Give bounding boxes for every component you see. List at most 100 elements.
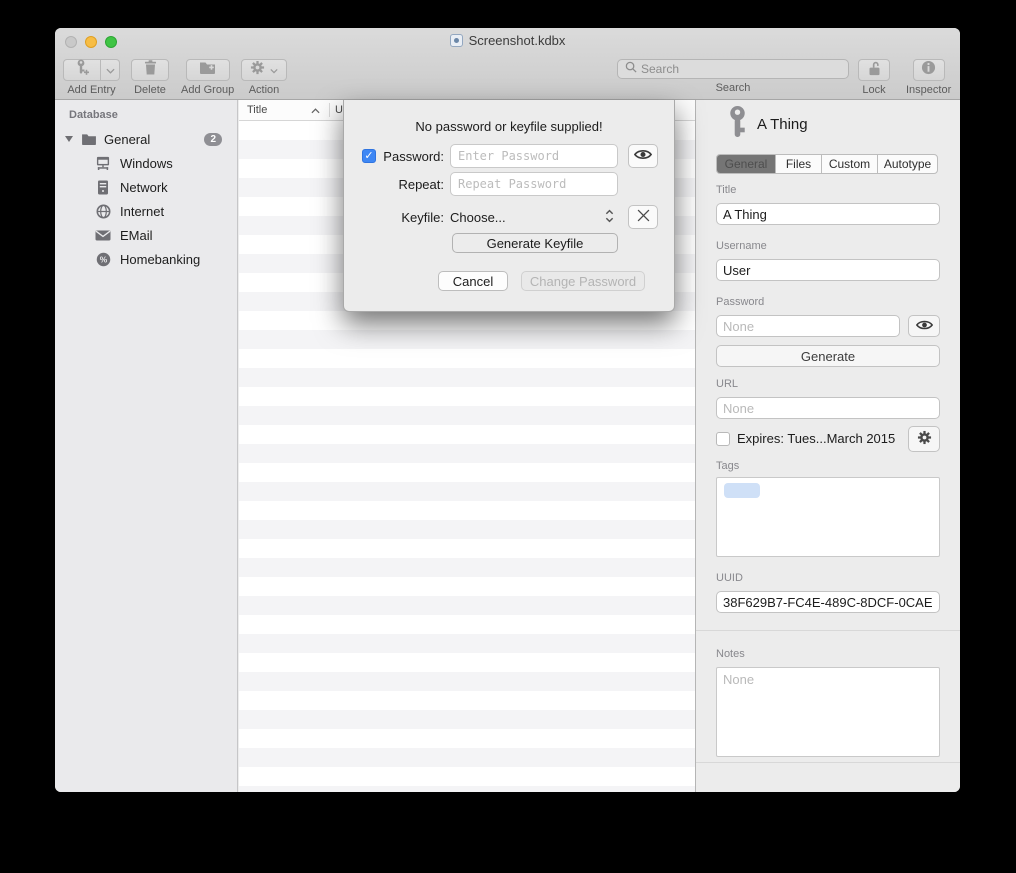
title-bar[interactable]: Screenshot.kdbx bbox=[55, 28, 960, 56]
app-window: Screenshot.kdbx bbox=[55, 28, 960, 792]
inspector-panel: A Thing General Files Custom Autotype Ti… bbox=[695, 100, 960, 792]
key-plus-icon bbox=[75, 59, 89, 81]
action-label: Action bbox=[249, 84, 280, 96]
sheet-warning-text: No password or keyfile supplied! bbox=[344, 119, 674, 134]
username-input[interactable] bbox=[716, 259, 940, 281]
expires-checkbox[interactable] bbox=[716, 432, 730, 446]
repeat-password-input[interactable] bbox=[450, 172, 618, 196]
unlocked-padlock-icon bbox=[867, 60, 882, 81]
entry-count-badge: 2 bbox=[204, 133, 222, 146]
sort-ascending-icon bbox=[311, 105, 320, 117]
sidebar-item-internet[interactable]: Internet bbox=[55, 199, 237, 223]
gear-icon bbox=[250, 60, 265, 80]
tab-files[interactable]: Files bbox=[775, 155, 821, 173]
delete-button[interactable] bbox=[131, 59, 169, 81]
sidebar-item-general[interactable]: General 2 bbox=[55, 127, 237, 151]
sidebar-section-database: Database bbox=[69, 109, 118, 121]
expires-label: Expires: Tues...March 2015 bbox=[737, 431, 895, 446]
add-entry-dropdown-button[interactable] bbox=[101, 59, 120, 81]
svg-text:%: % bbox=[99, 254, 107, 264]
inspector-tabs: General Files Custom Autotype bbox=[716, 154, 938, 174]
chevron-down-icon bbox=[270, 61, 278, 79]
window-title: Screenshot.kdbx bbox=[469, 33, 566, 48]
network-icon bbox=[94, 180, 112, 195]
change-password-button[interactable]: Change Password bbox=[521, 271, 645, 291]
generate-password-button[interactable]: Generate bbox=[716, 345, 940, 367]
search-placeholder: Search bbox=[641, 62, 679, 76]
gear-icon bbox=[917, 430, 932, 448]
password-input[interactable] bbox=[716, 315, 900, 337]
tab-autotype[interactable]: Autotype bbox=[877, 155, 937, 173]
clear-keyfile-button[interactable] bbox=[628, 205, 658, 229]
repeat-label: Repeat: bbox=[362, 177, 444, 192]
search-label: Search bbox=[716, 82, 751, 94]
folder-plus-icon bbox=[199, 61, 216, 79]
uuid-input[interactable] bbox=[716, 591, 940, 613]
add-entry-button[interactable] bbox=[63, 59, 101, 81]
folder-icon bbox=[80, 133, 98, 145]
generate-keyfile-button[interactable]: Generate Keyfile bbox=[452, 233, 618, 253]
title-input[interactable] bbox=[716, 203, 940, 225]
info-icon bbox=[921, 60, 936, 80]
chevron-down-icon bbox=[106, 61, 115, 79]
uuid-field-label: UUID bbox=[716, 572, 743, 584]
keyfile-popup-value: Choose... bbox=[450, 210, 506, 225]
url-field-label: URL bbox=[716, 378, 738, 390]
email-icon bbox=[94, 230, 112, 241]
windows-icon bbox=[94, 156, 112, 170]
sidebar-item-label: EMail bbox=[120, 228, 153, 243]
url-input[interactable] bbox=[716, 397, 940, 419]
tab-general[interactable]: General bbox=[717, 155, 775, 173]
homebanking-icon: % bbox=[94, 252, 112, 267]
eye-icon bbox=[916, 319, 933, 334]
column-divider[interactable] bbox=[329, 103, 330, 117]
inspector-button[interactable] bbox=[913, 59, 945, 81]
cancel-button[interactable]: Cancel bbox=[438, 271, 508, 291]
sidebar-item-label: Internet bbox=[120, 204, 164, 219]
search-input[interactable]: Search bbox=[617, 59, 849, 79]
section-divider bbox=[696, 762, 960, 763]
sidebar-item-network[interactable]: Network bbox=[55, 175, 237, 199]
tags-box[interactable] bbox=[716, 477, 940, 557]
lock-button[interactable] bbox=[858, 59, 890, 81]
reveal-password-button[interactable] bbox=[628, 144, 658, 168]
eye-icon bbox=[634, 148, 652, 164]
title-field-label: Title bbox=[716, 184, 736, 196]
column-header-title[interactable]: Title bbox=[247, 104, 267, 116]
action-button[interactable] bbox=[241, 59, 287, 81]
internet-icon bbox=[94, 204, 112, 219]
password-field-label: Password bbox=[716, 296, 764, 308]
username-field-label: Username bbox=[716, 240, 767, 252]
reveal-password-button[interactable] bbox=[908, 315, 940, 337]
keyfile-label: Keyfile: bbox=[362, 210, 444, 225]
add-entry-label: Add Entry bbox=[67, 84, 115, 96]
notes-field-label: Notes bbox=[716, 648, 745, 660]
key-icon bbox=[727, 106, 748, 142]
trash-icon bbox=[144, 60, 157, 80]
password-label: Password: bbox=[362, 149, 444, 164]
notes-textarea[interactable] bbox=[716, 667, 940, 757]
close-x-icon bbox=[637, 209, 650, 225]
sidebar-item-label: General bbox=[104, 132, 150, 147]
sidebar-item-label: Network bbox=[120, 180, 168, 195]
delete-label: Delete bbox=[134, 84, 166, 96]
tab-custom[interactable]: Custom bbox=[821, 155, 877, 173]
disclosure-triangle-icon[interactable] bbox=[65, 136, 73, 142]
enter-password-input[interactable] bbox=[450, 144, 618, 168]
tag-pill[interactable] bbox=[724, 483, 760, 498]
sidebar-item-email[interactable]: EMail bbox=[55, 223, 237, 247]
section-divider bbox=[696, 630, 960, 631]
toolbar: Add Entry Delete Add Group bbox=[55, 56, 960, 100]
stepper-icon bbox=[605, 208, 614, 227]
sidebar-item-label: Windows bbox=[120, 156, 173, 171]
expires-date-picker-button[interactable] bbox=[908, 426, 940, 452]
add-group-label: Add Group bbox=[181, 84, 234, 96]
sidebar-item-windows[interactable]: Windows bbox=[55, 151, 237, 175]
search-icon bbox=[625, 60, 637, 78]
sidebar-item-homebanking[interactable]: % Homebanking bbox=[55, 247, 237, 271]
change-password-sheet: No password or keyfile supplied! ✓ Passw… bbox=[343, 100, 675, 312]
keyfile-popup-button[interactable]: Choose... bbox=[450, 205, 618, 229]
add-group-button[interactable] bbox=[186, 59, 230, 81]
lock-label: Lock bbox=[862, 84, 885, 96]
group-sidebar: Database General 2 Windows Network bbox=[55, 100, 238, 792]
